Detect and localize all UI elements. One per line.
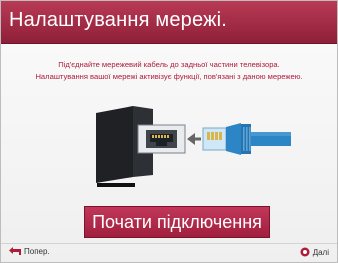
back-label: Попер.: [24, 247, 50, 256]
ethernet-connection-illustration: [96, 106, 291, 187]
instruction-text: Під'єднайте мережевий кабель до задньої …: [1, 59, 337, 82]
footer-bar: Попер. Далі: [1, 243, 337, 262]
arrow-left-icon: [187, 133, 201, 145]
next-label: Далі: [312, 247, 329, 257]
back-arrow-icon: [9, 247, 21, 255]
instruction-line-1: Під'єднайте мережевий кабель до задньої …: [58, 60, 280, 69]
instruction-line-2: Налаштування вашої мережі активізує функ…: [35, 71, 303, 81]
network-settings-screen: Налаштування мережі. Під'єднайте мережев…: [0, 0, 338, 263]
ethernet-plug-icon: [202, 123, 291, 155]
ok-circle-icon: [300, 247, 310, 257]
header-bar: Налаштування мережі.: [1, 1, 337, 44]
start-connection-button[interactable]: Почати підключення: [84, 206, 270, 238]
tv-back-icon: [96, 106, 186, 187]
next-button[interactable]: Далі: [300, 247, 329, 257]
back-button[interactable]: Попер.: [9, 247, 50, 256]
page-title: Налаштування мережі.: [9, 9, 228, 31]
